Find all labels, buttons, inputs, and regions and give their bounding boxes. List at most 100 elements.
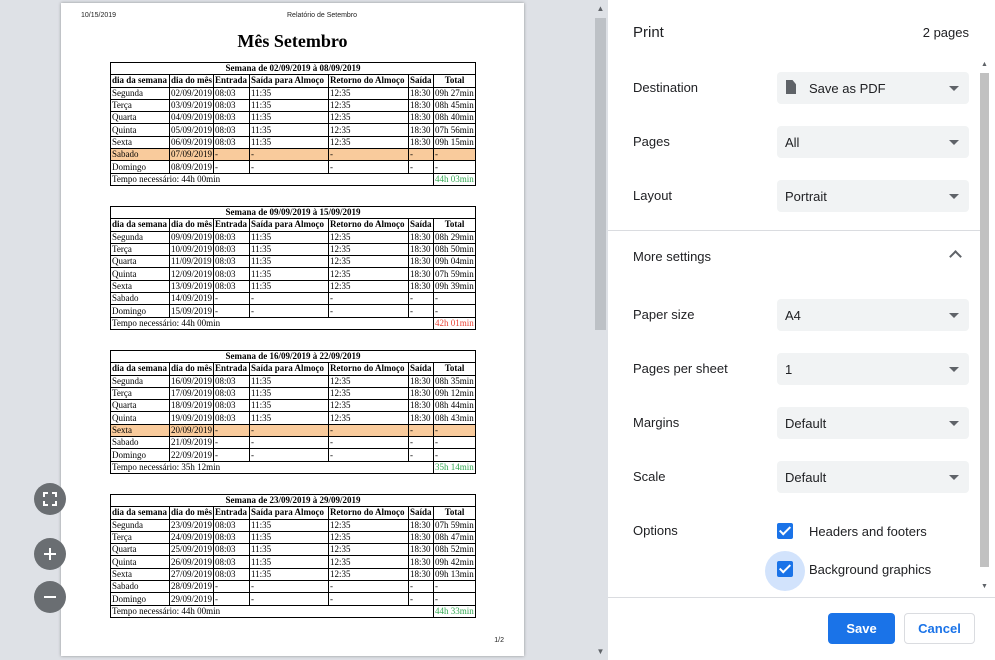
week-title: Semana de 09/09/2019 à 15/09/2019: [109, 205, 477, 220]
table-cell: 11:35: [249, 386, 329, 401]
table-row: Sabado 07/09/2019- - - - -: [110, 148, 477, 162]
table-cell: 07h 56min: [432, 123, 477, 137]
table-cell: -: [408, 580, 434, 594]
fit-to-page-button[interactable]: [34, 483, 66, 515]
margins-select[interactable]: Default: [777, 407, 969, 439]
scroll-down-arrow-icon[interactable]: ▼: [595, 647, 606, 656]
table-cell: 11:35: [249, 267, 329, 281]
destination-select[interactable]: Save as PDF: [777, 72, 969, 104]
required-time: Tempo necessário: 44h 00min: [110, 316, 434, 330]
column-header: Saída para Almoço: [249, 506, 329, 520]
table-cell: 08h 43min: [432, 411, 477, 425]
zoom-out-icon: [44, 596, 56, 598]
chevron-down-icon: [949, 475, 959, 480]
chevron-down-icon: [949, 194, 959, 199]
settings-scroll-up-icon[interactable]: ▲: [980, 61, 989, 68]
page-number: 1/2: [494, 637, 504, 644]
scale-select[interactable]: Default: [777, 461, 969, 493]
footer-divider: [608, 597, 995, 598]
background-graphics-label[interactable]: Background graphics: [809, 562, 931, 577]
table-row: Sexta 20/09/2019- - - - -: [110, 423, 477, 438]
settings-scroll-down-icon[interactable]: ▼: [980, 583, 989, 590]
save-button[interactable]: Save: [828, 613, 895, 644]
table-cell: 16/09/2019: [169, 374, 214, 388]
table-cell: 27/09/2019: [169, 567, 214, 582]
table-cell: 11:35: [249, 399, 329, 413]
zoom-out-button[interactable]: [34, 581, 66, 613]
table-cell: 22/09/2019: [169, 448, 214, 462]
table-cell: 18:30: [408, 242, 434, 257]
margins-value: Default: [785, 416, 827, 431]
table-cell: 18:30: [408, 111, 434, 125]
scroll-up-arrow-icon[interactable]: ▲: [595, 4, 606, 13]
preview-scrollbar-thumb[interactable]: [595, 18, 606, 330]
column-header: Saída: [408, 74, 434, 88]
table-cell: 18:30: [408, 279, 434, 294]
zoom-in-button[interactable]: [34, 538, 66, 570]
table-cell: -: [408, 148, 434, 162]
table-row: Terça 17/09/2019 08:03 11:35 12:35 18:30 09h 1…: [110, 386, 477, 401]
table-cell: 11:35: [249, 98, 329, 113]
table-row: Domingo 29/09/2019- - - - -: [110, 592, 477, 606]
column-header: Retorno do Almoço: [328, 362, 409, 376]
headers-footers-label[interactable]: Headers and footers: [809, 524, 927, 539]
divider: [608, 230, 980, 231]
table-row: Segunda 23/09/2019 08:03 11:35 12:35 18:30 07h…: [110, 518, 477, 532]
table-cell: Terça: [110, 386, 170, 401]
more-settings-toggle[interactable]: More settings: [633, 249, 711, 264]
table-cell: 08h 45min: [432, 98, 477, 113]
week-title: Semana de 23/09/2019 à 29/09/2019: [109, 493, 477, 508]
table-cell: -: [213, 580, 250, 594]
cancel-button[interactable]: Cancel: [904, 613, 975, 644]
page-count: 2 pages: [922, 25, 969, 40]
table-cell: 18:30: [408, 123, 434, 137]
background-graphics-checkbox[interactable]: [777, 561, 793, 577]
table-cell: 11:35: [249, 86, 329, 100]
table-cell: 25/09/2019: [169, 543, 214, 557]
table-cell: 08:03: [213, 399, 250, 413]
pages-per-sheet-select[interactable]: 1: [777, 353, 969, 385]
table-cell: -: [249, 423, 329, 438]
table-cell: 20/09/2019: [169, 423, 214, 438]
table-cell: -: [249, 580, 329, 594]
destination-label: Destination: [633, 80, 699, 95]
settings-scrollbar-thumb[interactable]: [980, 73, 989, 567]
table-cell: 08:03: [213, 123, 250, 137]
week-total: 35h 14min: [432, 460, 477, 474]
pages-select[interactable]: All: [777, 126, 969, 158]
table-cell: 19/09/2019: [169, 411, 214, 425]
table-cell: Sexta: [110, 279, 170, 294]
table-cell: 12:35: [328, 567, 409, 582]
table-cell: -: [432, 592, 477, 606]
table-row: Sabado 21/09/2019- - - - -: [110, 436, 477, 450]
headers-footers-checkbox[interactable]: [777, 523, 793, 539]
table-cell: 18:30: [408, 98, 434, 113]
table-cell: 08:03: [213, 111, 250, 125]
table-cell: 08h 35min: [432, 374, 477, 388]
table-cell: 12:35: [328, 86, 409, 100]
layout-label: Layout: [633, 188, 673, 203]
table-row: Domingo 08/09/2019- - - - -: [110, 160, 477, 174]
paper-size-select[interactable]: A4: [777, 299, 969, 331]
table-cell: -: [249, 448, 329, 462]
column-header: Entrada: [213, 218, 250, 232]
table-cell: 18:30: [408, 230, 434, 244]
chevron-up-icon[interactable]: [949, 250, 962, 263]
column-header: Total: [432, 506, 477, 520]
page-header-date: 10/15/2019: [81, 12, 117, 19]
table-row: Terça 24/09/2019 08:03 11:35 12:35 18:30 08h 4…: [110, 530, 477, 545]
layout-select[interactable]: Portrait: [777, 180, 969, 212]
table-cell: -: [432, 304, 477, 318]
table-cell: 11:35: [249, 123, 329, 137]
table-cell: -: [249, 160, 329, 174]
table-row: Sexta 27/09/2019 08:03 11:35 12:35 18:30 09h 1…: [110, 567, 477, 582]
table-cell: 18:30: [408, 267, 434, 281]
table-cell: 28/09/2019: [169, 580, 214, 594]
table-cell: -: [249, 592, 329, 606]
table-row: Terça 03/09/2019 08:03 11:35 12:35 18:30 08h 4…: [110, 98, 477, 113]
column-header: dia do mês: [169, 362, 214, 376]
table-cell: Domingo: [110, 592, 170, 606]
table-cell: -: [328, 448, 409, 462]
column-header: dia da semana: [110, 74, 170, 88]
week-total: 42h 01min: [432, 316, 477, 330]
